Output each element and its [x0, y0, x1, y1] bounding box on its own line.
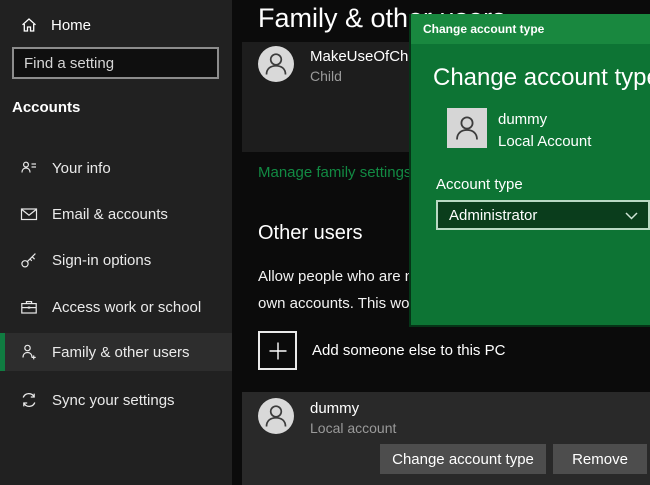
sidebar-item-family-other-users[interactable]: Family & other users [0, 333, 232, 371]
dialog-titlebar-label: Change account type [423, 22, 544, 36]
other-user-row[interactable]: dummy Local account Change account type … [242, 392, 650, 485]
remove-button[interactable]: Remove [553, 444, 647, 474]
sidebar-item-home[interactable]: Home [0, 8, 232, 42]
change-account-type-dialog: Change account type Change account type … [409, 14, 650, 327]
manage-family-settings-link[interactable]: Manage family settings [258, 164, 411, 181]
add-user-button[interactable]: Add someone else to this PC [258, 331, 505, 370]
email-icon [20, 205, 38, 223]
family-user-role: Child [310, 68, 342, 84]
sidebar-item-label: Family & other users [52, 344, 190, 361]
selected-accent-bar [0, 333, 5, 371]
sidebar-item-label: Sync your settings [52, 392, 175, 409]
family-user-name: MakeUseOfChild [310, 48, 423, 65]
description-line-1: Allow people who are not [258, 263, 426, 290]
sidebar-item-sign-in-options[interactable]: Sign-in options [0, 241, 232, 279]
dialog-account-type: Local Account [498, 133, 591, 150]
other-users-description: Allow people who are not own accounts. T… [258, 263, 426, 317]
sidebar-item-label: Access work or school [52, 299, 201, 316]
key-icon [20, 251, 38, 269]
user-card-icon [20, 159, 38, 177]
accounts-section-heading: Accounts [12, 99, 80, 116]
dialog-user-avatar [447, 108, 487, 148]
family-icon [20, 343, 38, 361]
sidebar-item-sync-settings[interactable]: Sync your settings [0, 381, 232, 419]
change-account-type-button[interactable]: Change account type [380, 444, 546, 474]
account-type-dropdown[interactable]: Administrator [436, 200, 650, 230]
user-avatar [258, 46, 294, 82]
dialog-titlebar: Change account type [411, 14, 650, 44]
account-type-selected-value: Administrator [449, 207, 537, 224]
user-avatar [258, 398, 294, 434]
search-box[interactable] [12, 47, 219, 79]
settings-window: Home Accounts Your info [0, 0, 650, 485]
other-user-role: Local account [310, 420, 396, 436]
sync-icon [20, 391, 38, 409]
description-line-2: own accounts. This won't [258, 290, 426, 317]
chevron-down-icon [625, 212, 638, 220]
account-type-field-label: Account type [436, 176, 523, 193]
home-icon [20, 16, 38, 34]
dialog-heading: Change account type [433, 64, 650, 92]
home-label: Home [51, 17, 91, 34]
sidebar-item-your-info[interactable]: Your info [0, 149, 232, 187]
sidebar-item-access-work-school[interactable]: Access work or school [0, 288, 232, 326]
add-user-label: Add someone else to this PC [312, 342, 505, 359]
plus-icon [258, 331, 297, 370]
other-users-heading: Other users [258, 222, 362, 245]
sidebar-item-label: Sign-in options [52, 252, 151, 269]
sidebar: Home Accounts Your info [0, 0, 232, 485]
briefcase-icon [20, 298, 38, 316]
search-input[interactable] [14, 55, 233, 72]
sidebar-item-label: Your info [52, 160, 111, 177]
sidebar-item-label: Email & accounts [52, 206, 168, 223]
sidebar-item-email-accounts[interactable]: Email & accounts [0, 195, 232, 233]
dialog-account-name: dummy [498, 111, 547, 128]
other-user-name: dummy [310, 400, 359, 417]
